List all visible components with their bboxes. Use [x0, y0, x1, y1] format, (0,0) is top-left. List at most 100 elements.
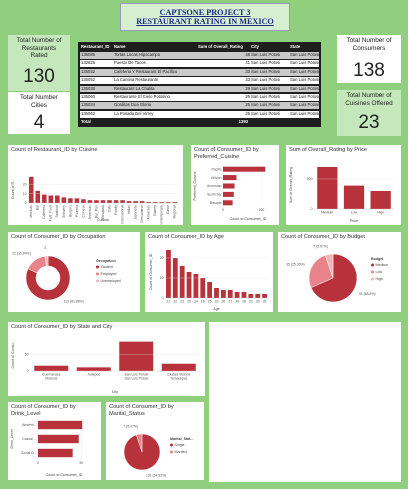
bar[interactable] — [248, 294, 254, 298]
bar[interactable] — [370, 191, 391, 209]
bar[interactable] — [107, 200, 112, 203]
bar[interactable] — [113, 200, 119, 203]
bar[interactable] — [262, 294, 267, 298]
x-tick-label: 23 — [180, 300, 184, 304]
y-tick-label: Casual ... — [22, 437, 36, 441]
legend-marker[interactable] — [170, 450, 173, 454]
col-header-id[interactable]: Restaurant_ID — [81, 44, 114, 51]
table-cell: San Luis Potosi — [251, 77, 281, 83]
bar[interactable] — [241, 292, 247, 298]
restaurant-table: Restaurant_ID Name Sum of Overall_Rating… — [78, 42, 321, 127]
bar[interactable] — [343, 185, 365, 209]
legend-marker[interactable] — [371, 263, 374, 267]
bar[interactable] — [34, 365, 69, 371]
col-header-name[interactable]: Name — [114, 44, 198, 51]
legend-marker[interactable] — [96, 265, 99, 269]
bar[interactable] — [76, 367, 111, 371]
bar[interactable] — [200, 278, 206, 298]
bar[interactable] — [207, 282, 213, 298]
bar[interactable] — [223, 191, 234, 197]
bar[interactable] — [139, 201, 145, 203]
bar[interactable] — [223, 183, 235, 189]
table-row[interactable]: 132825 Puesto De Tacos 41 San Luis Potosi Sa… — [80, 60, 320, 68]
table-row[interactable]: 135034 Gorditas Doa Gloria 25 San Luis Poto… — [80, 102, 319, 110]
bar[interactable] — [234, 292, 240, 298]
legend-title: Budget — [371, 257, 384, 261]
legend-item: High — [376, 277, 383, 281]
bar[interactable] — [38, 434, 79, 444]
bar[interactable] — [42, 194, 47, 203]
table-cell: San Luis Potosi — [290, 60, 320, 66]
bar[interactable] — [227, 290, 233, 298]
bar[interactable] — [126, 201, 132, 203]
bar[interactable] — [61, 197, 67, 203]
col-header-city[interactable]: City — [251, 44, 287, 51]
bar[interactable] — [48, 195, 54, 203]
chart-age: 21 22 23 20 24 19 25 18 26 27 30 28 32 33 3501020AgeCo… — [149, 250, 268, 311]
table-row[interactable]: 135085 Tortas Locas Hipocampo 48 San Luis P… — [80, 52, 319, 59]
table-row[interactable]: 135052 La Cantina Restaurante 33 San Luis P… — [80, 77, 319, 84]
table-row[interactable]: 135062 La Posada Del Virrey 25 San Luis Pot… — [80, 110, 319, 118]
legend-marker[interactable] — [170, 443, 173, 447]
bar[interactable] — [214, 288, 219, 298]
table-cell: Restaurante El Cielo Potosino — [114, 94, 170, 99]
legend-marker[interactable] — [96, 279, 99, 283]
bar[interactable] — [35, 190, 41, 203]
y-tick-label: 10 — [23, 192, 27, 196]
y-axis-title: Drink_Level — [10, 429, 14, 448]
bar[interactable] — [38, 420, 83, 430]
bar[interactable] — [179, 266, 185, 298]
x-tick-label: Morelos — [45, 377, 57, 381]
bar[interactable] — [119, 341, 154, 371]
table-cell: 135052 — [81, 77, 95, 83]
bar[interactable] — [94, 200, 99, 203]
table-cell: Gorditas Doa Gloria — [114, 102, 152, 108]
bar[interactable] — [223, 166, 266, 172]
kpi-cuisines-value: 23 — [358, 112, 380, 133]
col-header-rating[interactable]: Sum of Overall_Rating — [198, 44, 250, 51]
data-label: 7 (5.07%) — [313, 244, 328, 248]
x-axis-title: Age — [213, 307, 219, 311]
chart-occupation: 113 (81.88%) 22 (15.94%) 3 Occupation Studen… — [12, 246, 120, 303]
bar[interactable] — [38, 448, 73, 458]
table-cell: San Luis Potosi — [290, 77, 320, 83]
kpi-consumers-value: 138 — [353, 60, 385, 81]
table-cell: 48 — [245, 52, 250, 57]
bar[interactable] — [193, 274, 199, 298]
bar[interactable] — [255, 294, 261, 298]
bar[interactable] — [220, 290, 226, 298]
bar[interactable] — [223, 175, 237, 181]
x-tick-label: Low — [351, 211, 358, 215]
chart-budget-card: Count of Consumer_ID by Budget 91 (68.8%… — [278, 232, 401, 312]
bar[interactable] — [100, 200, 106, 203]
legend-marker[interactable] — [371, 270, 374, 274]
bar[interactable] — [133, 201, 138, 203]
table-cell: 135038 — [81, 85, 95, 91]
y-axis-title: Count of Consumer_ID — [149, 253, 153, 290]
col-header-state[interactable]: State — [290, 44, 320, 51]
data-label: 35 (25.36%) — [286, 263, 304, 267]
bar[interactable] — [68, 198, 73, 203]
table-cell: 135034 — [81, 102, 95, 108]
bar[interactable] — [74, 198, 80, 203]
table-cell: 33 — [245, 77, 250, 83]
table-row[interactable]: 135032 Cafeteria Y Restaurant El Pacifico… — [80, 68, 319, 76]
bar[interactable] — [186, 272, 192, 298]
y-tick-label: 0 — [27, 369, 29, 373]
table-cell: San Luis Potosi — [251, 52, 281, 57]
bar[interactable] — [81, 199, 86, 203]
bar[interactable] — [223, 200, 233, 206]
legend-marker[interactable] — [371, 277, 374, 281]
bar[interactable] — [87, 200, 93, 203]
bar[interactable] — [166, 250, 171, 298]
bar[interactable] — [55, 195, 60, 203]
bar[interactable] — [28, 176, 34, 203]
chart-cuisine: Mexican Bar Cafeteria Fast_Food Seafood Brewe… — [11, 176, 178, 225]
table-cell: San Luis Potosi — [251, 60, 281, 66]
bar[interactable] — [161, 363, 196, 371]
bar[interactable] — [120, 200, 125, 203]
bar[interactable] — [317, 167, 338, 209]
table-row[interactable]: 135038 Restaurant La Chalita 29 San Luis Po… — [80, 85, 319, 93]
legend-marker[interactable] — [96, 272, 99, 276]
table-row[interactable]: 135060 Restaurante El Cielo Potosino 26 San… — [80, 94, 319, 101]
